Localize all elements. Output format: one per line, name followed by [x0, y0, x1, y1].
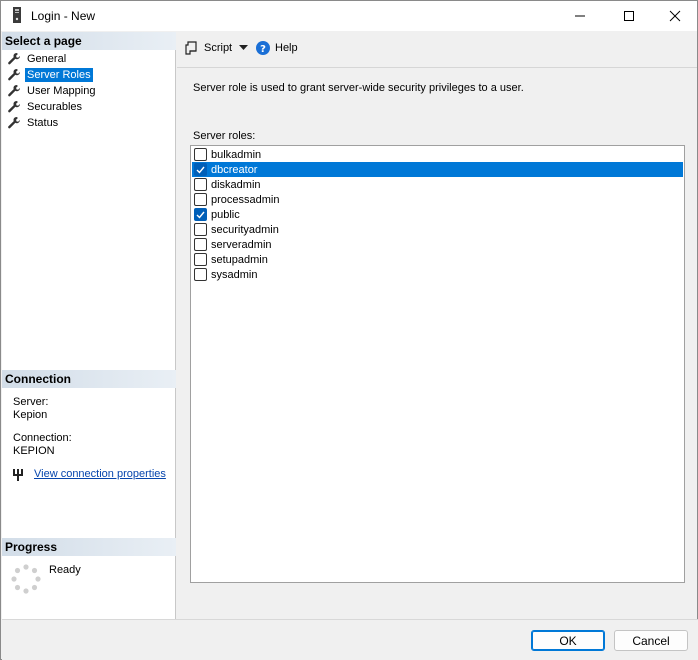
server-roles-list[interactable]: bulkadmin dbcreator diskadmin processadm…: [190, 145, 685, 583]
close-button[interactable]: [652, 1, 698, 31]
role-item-securityadmin[interactable]: securityadmin: [192, 222, 683, 237]
connection-label: Connection:: [13, 432, 72, 444]
role-label: sysadmin: [211, 268, 258, 281]
select-page-header: Select a page: [2, 32, 176, 50]
close-icon: [669, 10, 681, 22]
role-label: public: [211, 208, 240, 221]
progress-spinner-icon: [11, 564, 41, 594]
minimize-icon: [575, 15, 585, 17]
connection-header: Connection: [2, 370, 176, 388]
nav-item-status[interactable]: Status: [7, 115, 60, 131]
role-item-dbcreator[interactable]: dbcreator: [192, 162, 683, 177]
wrench-icon: [8, 84, 20, 97]
role-label: setupadmin: [211, 253, 268, 266]
connection-value: KEPION: [13, 445, 55, 457]
title-bar: Login - New: [1, 1, 697, 31]
role-item-diskadmin[interactable]: diskadmin: [192, 177, 683, 192]
role-label: securityadmin: [211, 223, 279, 236]
role-checkbox[interactable]: [194, 223, 207, 236]
ok-button[interactable]: OK: [531, 630, 605, 651]
app-icon: [11, 7, 23, 26]
window-title: Login - New: [31, 9, 96, 23]
left-pane: Select a page General Server Roles User …: [2, 32, 176, 619]
role-item-setupadmin[interactable]: setupadmin: [192, 252, 683, 267]
progress-header: Progress: [2, 538, 176, 556]
nav-item-securables[interactable]: Securables: [7, 99, 84, 115]
nav-item-server-roles[interactable]: Server Roles: [7, 67, 93, 83]
role-label: diskadmin: [211, 178, 261, 191]
role-label: bulkadmin: [211, 148, 262, 161]
view-connection-properties-row: View connection properties: [12, 467, 166, 481]
nav-item-user-mapping[interactable]: User Mapping: [7, 83, 97, 99]
maximize-icon: [624, 11, 634, 21]
script-icon: [185, 41, 197, 55]
server-roles-label: Server roles:: [193, 130, 256, 142]
checkmark-icon: [196, 211, 205, 219]
role-label: dbcreator: [211, 163, 258, 176]
nav-item-label: Server Roles: [25, 68, 93, 82]
cancel-button[interactable]: Cancel: [614, 630, 688, 651]
svg-text:?: ?: [260, 44, 266, 55]
help-button[interactable]: ? Help: [256, 41, 298, 55]
nav-item-label: User Mapping: [27, 85, 96, 97]
role-item-processadmin[interactable]: processadmin: [192, 192, 683, 207]
connection-properties-icon: [13, 469, 23, 481]
role-checkbox[interactable]: [194, 163, 207, 176]
progress-status: Ready: [49, 564, 81, 576]
role-label: processadmin: [211, 193, 280, 206]
dialog-footer: OK Cancel: [2, 619, 698, 660]
nav-item-label: Status: [27, 117, 59, 129]
wrench-icon: [8, 116, 20, 129]
help-label: Help: [275, 42, 298, 54]
role-item-sysadmin[interactable]: sysadmin: [192, 267, 683, 282]
view-connection-properties-link[interactable]: View connection properties: [34, 468, 166, 480]
server-label: Server:: [13, 396, 49, 408]
toolbar: Script ? Help: [177, 32, 697, 68]
wrench-icon: [8, 52, 20, 65]
script-dropdown-button[interactable]: [239, 45, 248, 51]
role-label: serveradmin: [211, 238, 272, 251]
role-item-public[interactable]: public: [192, 207, 683, 222]
page-description: Server role is used to grant server-wide…: [193, 82, 524, 94]
nav-item-general[interactable]: General: [7, 51, 68, 67]
minimize-button[interactable]: [557, 1, 603, 31]
server-roles-page: Server role is used to grant server-wide…: [177, 68, 697, 619]
role-item-bulkadmin[interactable]: bulkadmin: [192, 147, 683, 162]
login-dialog: Login - New Select a page General Server…: [0, 0, 698, 660]
nav-item-label: General: [27, 53, 67, 65]
chevron-down-icon: [239, 45, 248, 50]
role-checkbox[interactable]: [194, 253, 207, 266]
script-button[interactable]: Script: [185, 41, 232, 55]
role-checkbox[interactable]: [194, 148, 207, 161]
role-checkbox[interactable]: [194, 238, 207, 251]
checkmark-icon: [196, 166, 205, 174]
role-item-serveradmin[interactable]: serveradmin: [192, 237, 683, 252]
role-checkbox[interactable]: [194, 208, 207, 221]
role-checkbox[interactable]: [194, 178, 207, 191]
help-icon: ?: [256, 41, 270, 55]
role-checkbox[interactable]: [194, 268, 207, 281]
script-label: Script: [204, 42, 233, 54]
wrench-icon: [8, 100, 20, 113]
nav-item-label: Securables: [27, 101, 83, 113]
wrench-icon: [8, 68, 20, 81]
maximize-button[interactable]: [606, 1, 652, 31]
role-checkbox[interactable]: [194, 193, 207, 206]
server-value: Kepion: [13, 409, 48, 421]
